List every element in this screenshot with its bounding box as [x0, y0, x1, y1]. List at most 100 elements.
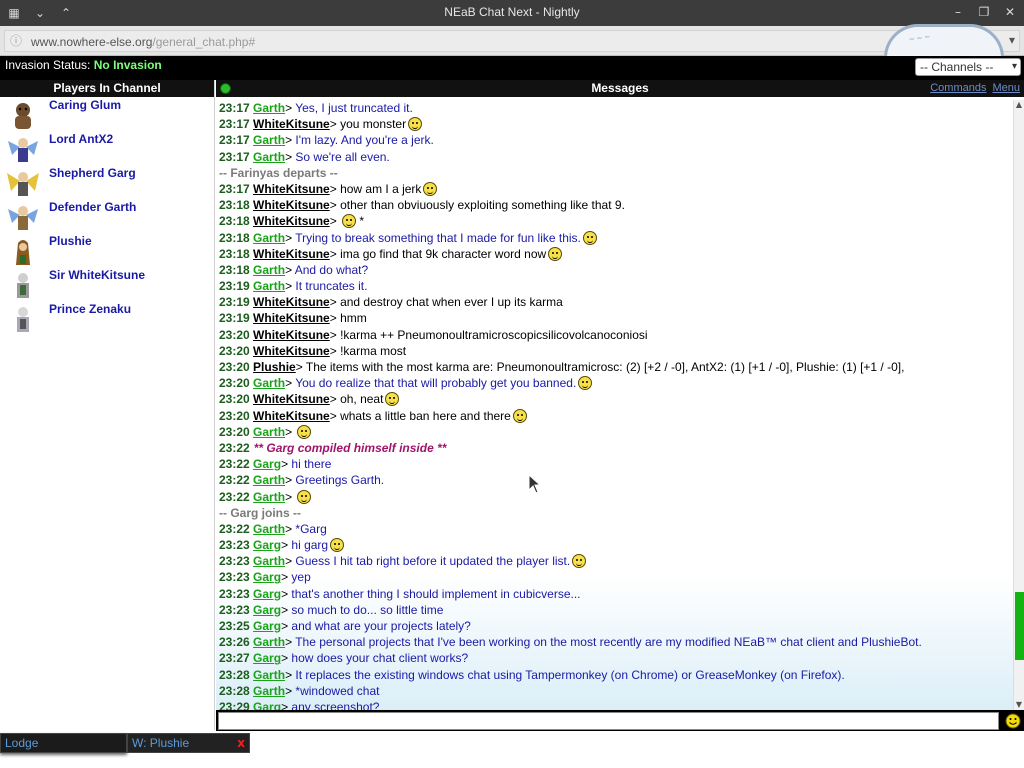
player-name[interactable]: Defender Garth [49, 200, 136, 214]
message-time: 23:17 [219, 101, 250, 115]
chat-message: 23:17 WhiteKitsune> how am I a jerk [216, 181, 1013, 197]
player-item[interactable]: Plushie [0, 233, 214, 267]
tab-whisper-plushie[interactable]: W: Plushie x [127, 733, 250, 753]
message-nick[interactable]: Garth [253, 263, 285, 277]
message-nick[interactable]: WhiteKitsune [253, 295, 330, 309]
chat-message: 23:26 Garth> The personal projects that … [216, 634, 1013, 650]
url-bar: ⓘ www.nowhere-else.org/general_chat.php#… [0, 24, 1024, 58]
message-nick[interactable]: Garg [253, 587, 281, 601]
player-name[interactable]: Lord AntX2 [49, 132, 113, 146]
message-nick[interactable]: Garg [253, 570, 281, 584]
chat-message: 23:28 Garth> It replaces the existing wi… [216, 667, 1013, 683]
message-nick[interactable]: Garg [253, 603, 281, 617]
scrollbar-thumb[interactable] [1015, 592, 1024, 660]
message-nick[interactable]: Garth [253, 279, 285, 293]
minimize-icon[interactable]: – [948, 3, 968, 21]
url-dropdown-icon[interactable]: ▾ [1009, 33, 1015, 47]
message-nick[interactable]: Garth [253, 490, 285, 504]
message-text: Trying to break something that I made fo… [295, 230, 581, 245]
scroll-down-icon[interactable]: ▼ [1014, 700, 1024, 710]
player-item[interactable]: Defender Garth [0, 199, 214, 233]
message-nick[interactable]: Garg [253, 619, 281, 633]
message-nick[interactable]: Garth [253, 231, 285, 245]
scroll-up-icon[interactable]: ▲ [1014, 100, 1024, 110]
message-nick[interactable]: Garth [253, 101, 285, 115]
chat-message: 23:28 Garth> *windowed chat [216, 683, 1013, 699]
chat-input[interactable] [218, 712, 999, 730]
message-nick[interactable]: Garth [253, 376, 285, 390]
message-nick[interactable]: Plushie [253, 360, 296, 374]
nick-separator: > [285, 279, 296, 294]
message-nick[interactable]: WhiteKitsune [253, 392, 330, 406]
message-text: !karma most [340, 343, 407, 358]
nick-separator: > [285, 521, 296, 536]
message-nick[interactable]: WhiteKitsune [253, 198, 330, 212]
message-time: 23:17 [219, 181, 250, 196]
player-name[interactable]: Sir WhiteKitsune [49, 268, 145, 282]
messages-header-title: Messages [591, 81, 649, 95]
message-nick[interactable]: Garg [253, 700, 281, 710]
smiley-picker-icon[interactable] [1005, 713, 1021, 729]
message-nick[interactable]: Garth [253, 522, 285, 536]
message-text: so much to do... so little time [291, 602, 444, 617]
player-item[interactable]: Lord AntX2 [0, 131, 214, 165]
chat-message: 23:17 WhiteKitsune> you monster [216, 116, 1013, 132]
info-icon[interactable]: ⓘ [10, 34, 24, 48]
message-nick[interactable]: Garth [253, 425, 285, 439]
message-nick[interactable]: Garg [253, 651, 281, 665]
message-nick[interactable]: Garth [253, 133, 285, 147]
message-nick[interactable]: Garth [253, 635, 285, 649]
message-time: 23:18 [219, 262, 250, 277]
message-nick[interactable]: WhiteKitsune [253, 328, 330, 342]
close-window-icon[interactable]: ✕ [1000, 3, 1020, 21]
commands-link[interactable]: Commands [930, 80, 986, 97]
player-item[interactable]: Sir WhiteKitsune [0, 267, 214, 301]
message-nick[interactable]: Garg [253, 457, 281, 471]
connection-status-icon [220, 83, 231, 94]
message-nick[interactable]: Garth [253, 684, 285, 698]
nick-separator: > [285, 667, 296, 682]
message-list[interactable]: 23:17 Garth> Yes, I just truncated it. 23… [216, 100, 1013, 710]
player-item[interactable]: Caring Glum [0, 97, 214, 131]
player-name[interactable]: Shepherd Garg [49, 166, 136, 180]
nick-separator: > [329, 246, 341, 261]
message-time: 23:20 [219, 360, 250, 374]
nick-separator: > [285, 262, 295, 277]
player-name[interactable]: Prince Zenaku [49, 302, 131, 316]
message-nick[interactable]: Garg [253, 538, 281, 552]
close-tab-icon[interactable]: x [237, 734, 245, 752]
chat-message: 23:19 WhiteKitsune> and destroy chat whe… [216, 294, 1013, 310]
menu-link[interactable]: Menu [992, 80, 1020, 97]
smiley-icon [548, 246, 563, 261]
message-nick[interactable]: WhiteKitsune [253, 344, 330, 358]
message-time: 23:29 [219, 699, 250, 710]
message-nick[interactable]: Garth [253, 150, 285, 164]
message-time: 23:20 [219, 343, 250, 358]
player-item[interactable]: Prince Zenaku [0, 301, 214, 335]
message-time: 23:22 [219, 521, 250, 536]
message-text: * [359, 214, 365, 229]
message-nick[interactable]: Garth [253, 668, 285, 682]
nick-separator: > [329, 311, 341, 326]
restore-icon[interactable]: ❐ [974, 3, 994, 21]
message-nick[interactable]: WhiteKitsune [253, 117, 330, 131]
message-nick[interactable]: WhiteKitsune [253, 247, 330, 261]
message-nick[interactable]: WhiteKitsune [253, 214, 330, 228]
address-field[interactable]: ⓘ www.nowhere-else.org/general_chat.php#… [4, 30, 1020, 52]
nick-separator: > [281, 619, 292, 633]
player-item[interactable]: Shepherd Garg [0, 165, 214, 199]
chat-message: 23:22 Garth> *Garg [216, 521, 1013, 537]
message-nick[interactable]: WhiteKitsune [253, 311, 330, 325]
message-nick[interactable]: Garth [253, 473, 285, 487]
tab-lodge[interactable]: Lodge [0, 733, 127, 753]
messages-scrollbar[interactable]: ▲ ▼ [1013, 100, 1024, 710]
chat-message: 23:23 Garg> hi garg [216, 537, 1013, 553]
player-name[interactable]: Caring Glum [49, 98, 121, 112]
message-nick[interactable]: WhiteKitsune [253, 409, 330, 423]
message-nick[interactable]: WhiteKitsune [253, 182, 330, 196]
message-text: other than obviuously exploiting somethi… [340, 198, 625, 213]
channels-select[interactable]: -- Channels -- ▾ [915, 58, 1021, 76]
message-nick[interactable]: Garth [253, 554, 285, 568]
player-name[interactable]: Plushie [49, 234, 92, 248]
chat-tabs: Lodge W: Plushie x [0, 731, 1024, 768]
